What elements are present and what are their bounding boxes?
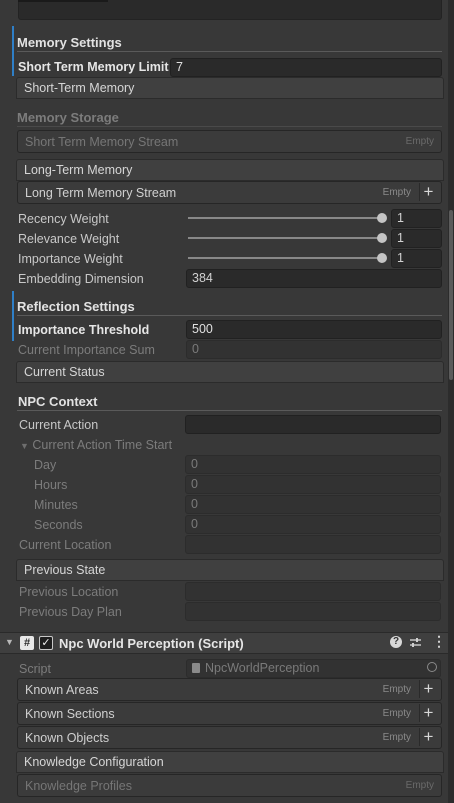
inspector-scrollbar[interactable] xyxy=(448,0,454,803)
foldout-arrow-icon: ▼ xyxy=(20,441,29,451)
selection-indicator xyxy=(12,291,14,341)
previous-field-box xyxy=(18,0,442,20)
known-areas-label: Known Areas xyxy=(25,683,99,697)
empty-tag: Empty xyxy=(382,708,411,719)
importance-threshold-field[interactable]: 500 xyxy=(186,320,442,339)
memory-settings-header: Memory Settings xyxy=(17,35,122,50)
previous-state-section[interactable]: Previous State xyxy=(16,559,444,581)
selection-indicator xyxy=(12,26,14,76)
day-field: 0 xyxy=(185,455,441,474)
embedding-dimension-field[interactable]: 384 xyxy=(186,269,442,288)
header-divider xyxy=(17,51,442,52)
recency-weight-field[interactable]: 1 xyxy=(391,209,442,228)
scrollbar-thumb[interactable] xyxy=(449,210,453,380)
known-sections-label: Known Sections xyxy=(25,707,115,721)
npc-context-header: NPC Context xyxy=(18,394,98,409)
knowledge-profiles-list: Knowledge Profiles Empty xyxy=(17,774,442,797)
script-field: NpcWorldPerception xyxy=(186,659,441,678)
empty-tag: Empty xyxy=(382,684,411,695)
previous-location-label: Previous Location xyxy=(19,585,119,599)
hours-field: 0 xyxy=(185,475,441,494)
known-sections-list[interactable]: Known Sections Empty + xyxy=(17,702,442,725)
previous-day-plan-field xyxy=(185,602,441,621)
long-term-memory-section[interactable]: Long-Term Memory xyxy=(16,159,444,181)
recency-weight-label: Recency Weight xyxy=(18,212,109,226)
current-importance-sum-field: 0 xyxy=(186,340,442,359)
short-term-memory-stream: Short Term Memory Stream Empty xyxy=(17,130,442,153)
recency-weight-track[interactable] xyxy=(188,217,382,219)
empty-tag: Empty xyxy=(382,187,411,198)
seconds-field: 0 xyxy=(185,515,441,534)
short-term-limit-label: Short Term Memory Limit xyxy=(18,60,169,74)
memory-storage-header: Memory Storage xyxy=(17,110,119,125)
script-hash-icon: # xyxy=(20,636,34,650)
current-location-field xyxy=(185,535,441,554)
short-term-limit-field[interactable]: 7 xyxy=(170,58,442,77)
current-action-field[interactable] xyxy=(185,415,441,434)
foldout-arrow-icon[interactable]: ▼ xyxy=(5,637,14,647)
previous-location-field xyxy=(185,582,441,601)
presets-icon[interactable] xyxy=(409,636,422,649)
script-label: Script xyxy=(19,662,51,676)
minutes-label: Minutes xyxy=(34,498,78,512)
minutes-field: 0 xyxy=(185,495,441,514)
importance-weight-label: Importance Weight xyxy=(18,252,123,266)
hours-label: Hours xyxy=(34,478,68,492)
long-term-stream-label: Long Term Memory Stream xyxy=(25,186,177,200)
relevance-weight-knob[interactable] xyxy=(377,233,387,243)
component-title: Npc World Perception (Script) xyxy=(59,636,244,651)
seconds-label: Seconds xyxy=(34,518,83,532)
add-icon[interactable]: + xyxy=(419,728,437,746)
known-objects-list[interactable]: Known Objects Empty + xyxy=(17,726,442,749)
embedding-dimension-label: Embedding Dimension xyxy=(18,272,144,286)
short-term-memory-section[interactable]: Short-Term Memory xyxy=(16,77,444,99)
script-value: NpcWorldPerception xyxy=(205,661,320,675)
current-action-label: Current Action xyxy=(19,418,99,432)
time-start-foldout[interactable]: ▼ Current Action Time Start xyxy=(20,438,172,452)
current-importance-sum-label: Current Importance Sum xyxy=(18,343,155,357)
header-divider xyxy=(17,410,442,411)
script-file-icon xyxy=(192,663,200,673)
importance-weight-field[interactable]: 1 xyxy=(391,249,442,268)
knowledge-profiles-label: Knowledge Profiles xyxy=(25,779,133,793)
importance-weight-knob[interactable] xyxy=(377,253,387,263)
current-status-section[interactable]: Current Status xyxy=(16,361,444,383)
relevance-weight-track[interactable] xyxy=(188,237,382,239)
storage-divider xyxy=(17,126,442,127)
short-term-stream-label: Short Term Memory Stream xyxy=(25,135,179,149)
add-icon[interactable]: + xyxy=(419,704,437,722)
empty-tag: Empty xyxy=(405,780,434,791)
object-picker-icon[interactable] xyxy=(427,662,437,672)
current-location-label: Current Location xyxy=(19,538,112,552)
more-options-icon[interactable]: ⋮ xyxy=(432,634,446,648)
importance-threshold-label: Importance Threshold xyxy=(18,323,150,337)
relevance-weight-label: Relevance Weight xyxy=(18,232,120,246)
relevance-weight-field[interactable]: 1 xyxy=(391,229,442,248)
enabled-checkbox[interactable]: ✓ xyxy=(39,636,53,650)
empty-tag: Empty xyxy=(405,136,434,147)
importance-weight-track[interactable] xyxy=(188,257,382,259)
recency-weight-knob[interactable] xyxy=(377,213,387,223)
header-divider xyxy=(17,315,442,316)
empty-tag: Empty xyxy=(382,732,411,743)
help-icon[interactable]: ? xyxy=(390,636,402,648)
known-objects-label: Known Objects xyxy=(25,731,110,745)
reflection-settings-header: Reflection Settings xyxy=(17,299,135,314)
long-term-memory-stream[interactable]: Long Term Memory Stream Empty + xyxy=(17,181,442,204)
time-start-label: Current Action Time Start xyxy=(32,438,173,452)
knowledge-configuration-section[interactable]: Knowledge Configuration xyxy=(16,751,444,773)
previous-field-edge xyxy=(18,0,108,2)
previous-day-plan-label: Previous Day Plan xyxy=(19,605,122,619)
known-areas-list[interactable]: Known Areas Empty + xyxy=(17,678,442,701)
day-label: Day xyxy=(34,458,57,472)
add-icon[interactable]: + xyxy=(419,183,437,201)
add-icon[interactable]: + xyxy=(419,680,437,698)
